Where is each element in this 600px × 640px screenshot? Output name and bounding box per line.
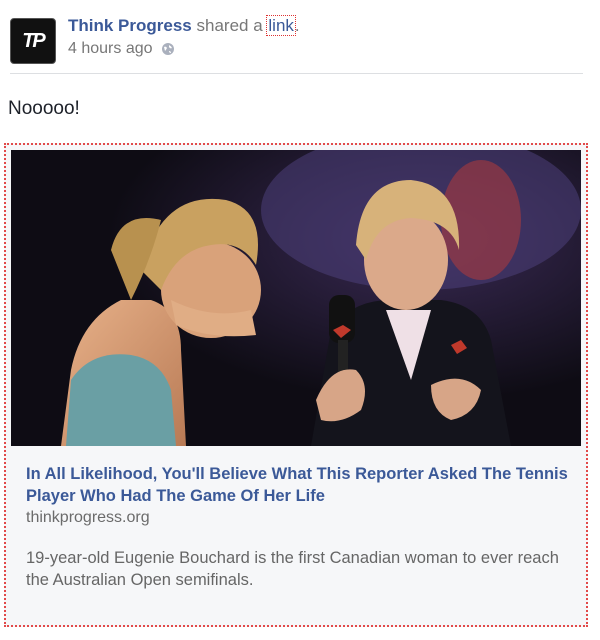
globe-icon[interactable] <box>161 42 175 56</box>
status-text: Nooooo! <box>8 98 80 119</box>
preview-image[interactable] <box>11 150 581 446</box>
preview-photo-illustration <box>11 150 581 446</box>
shared-link[interactable]: link <box>266 15 296 36</box>
link-preview-card[interactable]: In All Likelihood, You'll Believe What T… <box>4 143 588 627</box>
card-description: 19-year-old Eugenie Bouchard is the firs… <box>26 549 559 589</box>
header-divider <box>10 73 583 74</box>
avatar-logo-text: TP <box>22 29 46 52</box>
period-text: . <box>294 16 300 35</box>
timestamp-link[interactable]: 4 hours ago <box>68 40 153 58</box>
post-meta: 4 hours ago <box>68 40 175 58</box>
card-domain: thinkprogress.org <box>26 509 150 526</box>
author-line: Think Progress shared a link. <box>68 15 300 36</box>
card-caption: In All Likelihood, You'll Believe What T… <box>26 463 576 591</box>
avatar[interactable]: TP <box>10 18 56 64</box>
post-header: TP Think Progress shared a link. 4 hours… <box>10 12 595 72</box>
card-title-link[interactable]: In All Likelihood, You'll Believe What T… <box>26 463 576 507</box>
author-name-link[interactable]: Think Progress <box>68 16 192 35</box>
action-text: shared a <box>196 16 263 35</box>
